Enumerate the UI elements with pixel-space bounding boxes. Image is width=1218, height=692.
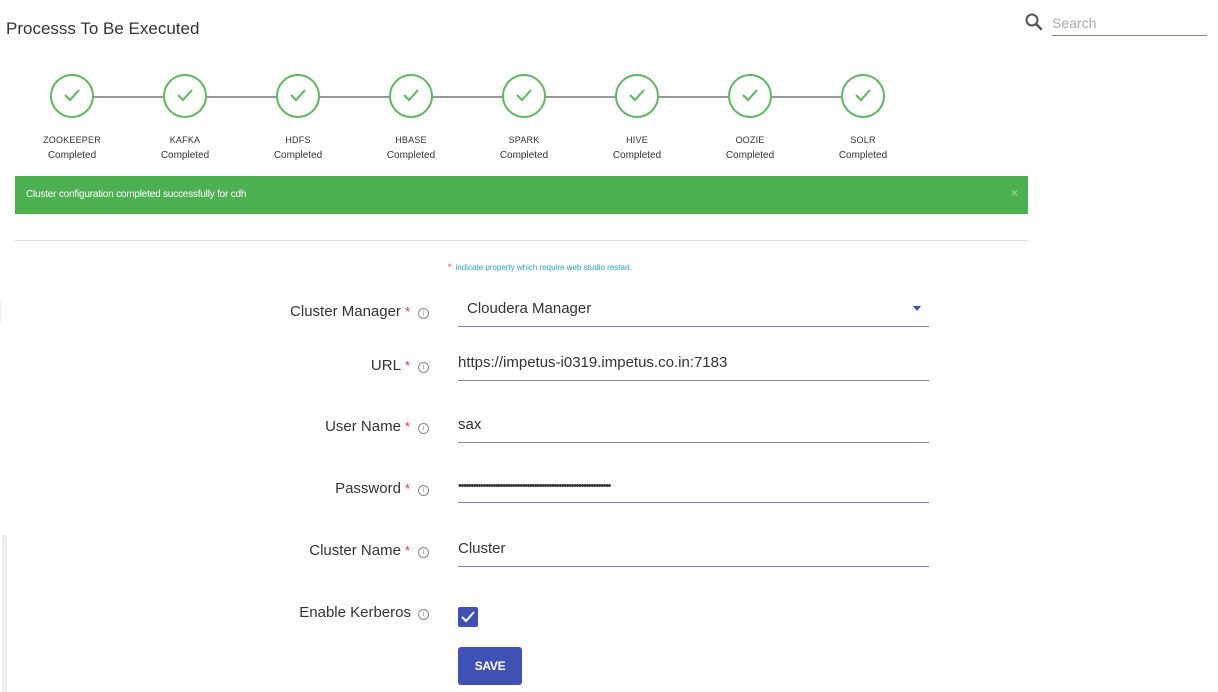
divider (15, 240, 1028, 241)
search-icon[interactable] (1024, 12, 1044, 32)
info-icon[interactable]: i (418, 609, 429, 620)
url-input[interactable]: https://impetus-i0319.impetus.co.in:7183 (458, 354, 929, 381)
required-asterisk: * (404, 304, 410, 319)
step-hbase: HBASE Completed (361, 74, 461, 161)
cluster-manager-label: Cluster Manager * (290, 303, 410, 320)
label-text: URL (370, 357, 401, 374)
process-stepper: ZOOKEEPER Completed KAFKA Completed HDFS… (0, 70, 1000, 170)
enable-kerberos-row: Enable Kerberos i (0, 602, 1000, 642)
info-icon[interactable]: i (418, 547, 429, 558)
restart-note: * indicate property which require web stu… (448, 262, 632, 272)
step-name: HIVE (626, 135, 648, 145)
selected-value: Cloudera Manager (467, 300, 592, 317)
step-status: Completed (160, 150, 210, 161)
alert-message: Cluster configuration completed successf… (26, 189, 247, 200)
info-icon[interactable]: i (418, 362, 429, 373)
search-input[interactable] (1052, 10, 1207, 36)
label-text: Password (335, 480, 401, 497)
enable-kerberos-checkbox[interactable] (458, 607, 478, 627)
step-complete-icon (389, 74, 433, 118)
password-label: Password * (335, 480, 410, 497)
password-input[interactable]: ••••••••••••••••••••••••••••••••••••••••… (458, 480, 929, 503)
step-hive: HIVE Completed (587, 74, 687, 161)
cluster-name-label: Cluster Name * (309, 542, 410, 559)
chevron-down-icon (913, 306, 921, 311)
page-title: Processs To Be Executed (6, 19, 200, 38)
required-asterisk: * (404, 358, 410, 373)
cluster-manager-row: Cluster Manager * i Cloudera Manager (0, 300, 1000, 340)
close-icon[interactable]: × (1011, 186, 1018, 200)
label-text: Cluster Manager (290, 303, 401, 320)
cluster-manager-select[interactable]: Cloudera Manager (458, 300, 929, 327)
step-oozie: OOZIE Completed (700, 74, 800, 161)
save-button[interactable]: SAVE (458, 647, 522, 685)
required-asterisk: * (404, 481, 410, 496)
password-row: Password * i ••••••••••••••••••••••••••••… (0, 478, 1000, 518)
success-alert: Cluster configuration completed successf… (15, 176, 1028, 214)
step-status: Completed (838, 150, 888, 161)
step-name: SOLR (850, 135, 876, 145)
step-complete-icon (163, 74, 207, 118)
step-complete-icon (502, 74, 546, 118)
url-label: URL * (371, 357, 410, 374)
info-icon[interactable]: i (418, 308, 429, 319)
step-complete-icon (50, 74, 94, 118)
step-status: Completed (499, 150, 549, 161)
enable-kerberos-label: Enable Kerberos (299, 604, 411, 621)
step-solr: SOLR Completed (813, 74, 913, 161)
step-name: SPARK (508, 135, 540, 145)
note-text: indicate property which require web stud… (455, 263, 633, 272)
label-text: User Name (325, 418, 401, 435)
cluster-name-row: Cluster Name * i Cluster (0, 540, 1000, 580)
search-box (1024, 10, 1207, 37)
user-name-input[interactable]: sax (458, 416, 929, 443)
required-asterisk: * (404, 419, 410, 434)
step-complete-icon (615, 74, 659, 118)
step-status: Completed (725, 150, 775, 161)
required-asterisk: * (404, 543, 410, 558)
step-complete-icon (276, 74, 320, 118)
step-kafka: KAFKA Completed (135, 74, 235, 161)
step-name: HDFS (285, 135, 311, 145)
checkmark-icon (461, 611, 475, 623)
user-name-label: User Name * (325, 418, 410, 435)
step-status: Completed (612, 150, 662, 161)
step-name: ZOOKEEPER (43, 135, 101, 145)
required-asterisk: * (448, 262, 452, 272)
step-status: Completed (47, 150, 97, 161)
url-row: URL * i https://impetus-i0319.impetus.co.… (0, 354, 1000, 394)
step-hdfs: HDFS Completed (248, 74, 348, 161)
step-status: Completed (386, 150, 436, 161)
step-spark: SPARK Completed (474, 74, 574, 161)
step-name: HBASE (395, 135, 427, 145)
step-name: KAFKA (169, 135, 201, 145)
label-text: Cluster Name (309, 542, 401, 559)
info-icon[interactable]: i (418, 423, 429, 434)
cluster-name-input[interactable]: Cluster (458, 540, 929, 567)
step-complete-icon (728, 74, 772, 118)
step-status: Completed (273, 150, 323, 161)
info-icon[interactable]: i (418, 485, 429, 496)
step-name: OOZIE (735, 135, 765, 145)
step-complete-icon (841, 74, 885, 118)
user-name-row: User Name * i sax (0, 416, 1000, 456)
step-zookeeper: ZOOKEEPER Completed (22, 74, 122, 161)
